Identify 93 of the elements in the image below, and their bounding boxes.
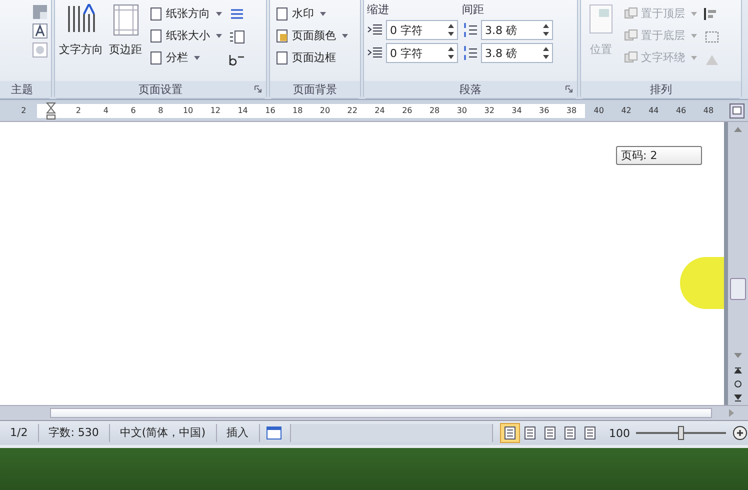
ruler-number: 30	[456, 106, 468, 115]
ribbon-large-button[interactable]: 页边距	[108, 2, 143, 59]
ruler-number: 44	[648, 106, 659, 115]
status-item[interactable]: 字数: 530	[38, 424, 110, 442]
layer-icon	[624, 28, 638, 42]
hyphenation-icon[interactable]	[228, 53, 246, 67]
next-page-icon[interactable]	[733, 394, 743, 402]
zoom-level[interactable]: 100	[609, 426, 630, 440]
layer-icon	[624, 6, 638, 20]
ruler-number: 32	[484, 106, 494, 115]
page-number-tooltip: 页码: 2	[616, 146, 702, 165]
group-label: 页面设置	[138, 82, 182, 97]
ribbon-button[interactable]: 纸张方向	[147, 4, 224, 23]
caret-icon	[216, 34, 222, 38]
ruler-number: 14	[238, 106, 248, 115]
ruler-number: 40	[594, 106, 604, 115]
breaks-icon[interactable]	[228, 7, 246, 21]
dialog-launcher-icon[interactable]	[254, 85, 262, 93]
previous-page-icon[interactable]	[733, 366, 743, 374]
ruler-number: 20	[320, 106, 330, 115]
group-label: 排列	[650, 82, 672, 97]
status-item[interactable]: 插入	[216, 424, 260, 442]
spinner-arrows-icon[interactable]	[543, 24, 549, 36]
ruler-number: 10	[182, 106, 194, 115]
line-numbers-icon[interactable]	[228, 30, 246, 44]
ruler-number: 12	[210, 106, 221, 115]
page-icon	[149, 28, 163, 42]
ruler-number: 6	[130, 106, 136, 115]
ruler-number: 36	[539, 106, 550, 115]
browse-object-icon[interactable]	[733, 380, 743, 388]
spinner-arrows-icon[interactable]	[543, 47, 549, 59]
ruler-number: 28	[429, 106, 440, 115]
ruler-number: 24	[374, 106, 385, 115]
scroll-thumb[interactable]	[730, 278, 746, 300]
ribbon-large-button[interactable]: 文字方向	[58, 2, 104, 59]
ribbon-button[interactable]: 水印	[273, 4, 350, 23]
spacing-field[interactable]: 3.8 磅	[481, 43, 553, 63]
cursor-highlight	[680, 257, 724, 309]
fonts-icon[interactable]	[32, 23, 48, 39]
caret-icon	[320, 12, 326, 16]
slider-thumb[interactable]	[678, 426, 684, 440]
indent-field[interactable]: 0 字符	[386, 43, 458, 63]
page-icon	[149, 6, 163, 20]
spinner-arrows-icon[interactable]	[448, 24, 454, 36]
status-item[interactable]: 1/2	[0, 424, 39, 442]
caret-icon	[194, 56, 200, 60]
spacing-label: 间距	[462, 2, 485, 17]
page-icon	[275, 50, 289, 64]
page-icon	[149, 50, 163, 64]
caret-icon	[691, 56, 697, 60]
colors-icon[interactable]	[32, 4, 48, 20]
ruler-number: 38	[566, 106, 577, 115]
ruler-number: 18	[292, 106, 303, 115]
ruler-number: 42	[621, 106, 632, 115]
spacing-field[interactable]: 3.8 磅	[481, 20, 553, 40]
ruler-number: 4	[103, 106, 108, 115]
page-icon	[275, 28, 289, 42]
ribbon-button[interactable]: 页面边框	[273, 48, 350, 67]
spacing-icon	[462, 22, 478, 38]
status-item[interactable]: 中文(简体，中国)	[110, 424, 216, 442]
ruler-number: 16	[265, 106, 276, 115]
caret-icon	[691, 34, 697, 38]
ruler-number: 8	[158, 106, 164, 115]
layer-icon	[624, 50, 638, 64]
ribbon-button[interactable]: 纸张大小	[147, 26, 224, 45]
group-label: 页面背景	[293, 82, 337, 97]
spinner-arrows-icon[interactable]	[448, 47, 454, 59]
ruler-number: 34	[512, 106, 522, 115]
caret-icon	[691, 12, 697, 16]
indent-marker-icon[interactable]	[46, 102, 56, 120]
page-icon	[275, 6, 289, 20]
spacing-icon	[462, 45, 478, 61]
vertical-scrollbar[interactable]	[724, 122, 748, 405]
ruler-number: 26	[402, 106, 412, 115]
macro-record-icon[interactable]	[266, 425, 282, 441]
ribbon-button[interactable]: 分栏	[147, 48, 224, 67]
dialog-launcher-icon[interactable]	[565, 85, 573, 93]
ruler-number: 46	[676, 106, 686, 115]
ruler-number: 48	[703, 106, 714, 115]
group-label: 段落	[460, 82, 482, 97]
ruler-number: 22	[347, 106, 358, 115]
ruler-number: 2	[76, 106, 82, 115]
zoom-in-icon[interactable]	[732, 425, 748, 441]
view-ruler-icon[interactable]	[729, 103, 745, 119]
group-label: 主题	[11, 82, 33, 97]
indent-label: 缩进	[367, 2, 390, 17]
ruler-number: 2	[21, 106, 26, 115]
zoom-slider[interactable]	[636, 426, 726, 440]
caret-icon	[216, 12, 222, 16]
view-mode-icon[interactable]	[501, 424, 519, 442]
ribbon-button[interactable]: 页面颜色	[273, 26, 350, 45]
indent-field[interactable]: 0 字符	[386, 20, 458, 40]
caret-icon	[342, 34, 348, 38]
